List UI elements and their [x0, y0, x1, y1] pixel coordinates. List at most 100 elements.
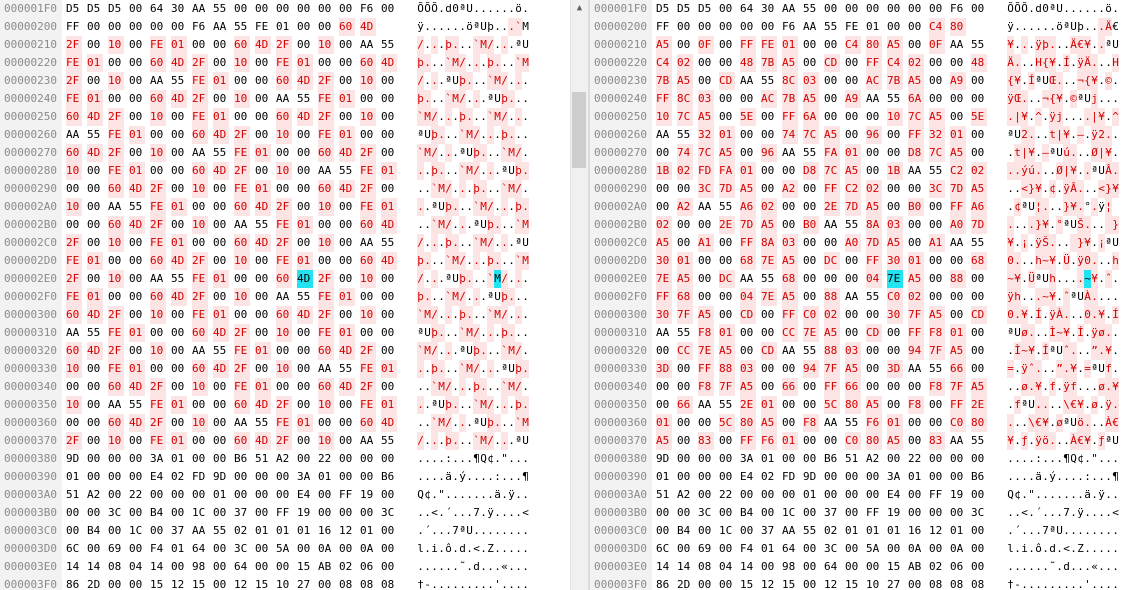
ascii-char[interactable]: U: [466, 144, 473, 162]
hex-byte[interactable]: 00: [677, 540, 693, 558]
ascii-char[interactable]: .: [515, 486, 522, 504]
hex-byte[interactable]: 00: [276, 378, 292, 396]
ascii-char[interactable]: ¥: [1035, 378, 1042, 396]
ascii-char[interactable]: .: [1105, 522, 1112, 540]
hex-byte[interactable]: 00: [782, 198, 798, 216]
ascii-char[interactable]: .: [494, 198, 501, 216]
hex-byte[interactable]: 4D: [339, 180, 355, 198]
hex-byte[interactable]: 00: [803, 576, 819, 590]
hex-byte[interactable]: 00: [929, 504, 945, 522]
ascii-char[interactable]: ¥: [1035, 180, 1042, 198]
hex-byte[interactable]: A5: [845, 360, 861, 378]
hex-byte[interactable]: 00: [803, 54, 819, 72]
hex-byte[interactable]: 00: [929, 414, 945, 432]
hex-byte[interactable]: AC: [761, 90, 777, 108]
ascii-char[interactable]: .: [501, 432, 508, 450]
ascii-char[interactable]: ´: [445, 504, 452, 522]
ascii-char[interactable]: .: [522, 306, 529, 324]
ascii-char[interactable]: .: [1021, 468, 1028, 486]
hex-byte[interactable]: 32: [698, 126, 714, 144]
ascii-char[interactable]: .: [1070, 270, 1077, 288]
hex-byte[interactable]: 00: [908, 576, 924, 590]
ascii-char[interactable]: .: [438, 558, 445, 576]
hex-byte[interactable]: 01: [255, 144, 271, 162]
hex-byte[interactable]: 00: [171, 414, 187, 432]
ascii-char[interactable]: ¥: [1028, 342, 1035, 360]
ascii-char[interactable]: ÿ: [1049, 306, 1056, 324]
ascii-char[interactable]: Ä: [1070, 36, 1077, 54]
hex-byte[interactable]: 01: [782, 432, 798, 450]
hex-byte[interactable]: 00: [761, 306, 777, 324]
hex-byte[interactable]: C2: [845, 180, 861, 198]
ascii-char[interactable]: .: [1084, 144, 1091, 162]
ascii-char[interactable]: 2: [1098, 126, 1105, 144]
ascii-char[interactable]: .: [1098, 216, 1105, 234]
ascii-char[interactable]: þ: [445, 432, 452, 450]
ascii-char[interactable]: .: [459, 378, 466, 396]
ascii-char[interactable]: .: [1112, 450, 1119, 468]
ascii-char[interactable]: ö: [1056, 18, 1063, 36]
ascii-char[interactable]: .: [1105, 306, 1112, 324]
hex-byte[interactable]: FF: [908, 324, 924, 342]
hex-byte[interactable]: 00: [782, 216, 798, 234]
hex-byte[interactable]: 7B: [887, 72, 903, 90]
ascii-char[interactable]: .: [1084, 0, 1091, 18]
ascii-char[interactable]: .: [1021, 486, 1028, 504]
ascii-char[interactable]: .: [1056, 486, 1063, 504]
hex-byte[interactable]: 19: [360, 486, 376, 504]
ascii-char[interactable]: .: [424, 504, 431, 522]
ascii-char[interactable]: .: [515, 468, 522, 486]
hex-byte[interactable]: FF: [656, 288, 672, 306]
ascii-char[interactable]: ÿ: [1105, 396, 1112, 414]
ascii-char[interactable]: .: [1091, 234, 1098, 252]
hex-byte[interactable]: 12: [339, 522, 355, 540]
hex-byte[interactable]: 00: [213, 216, 229, 234]
hex-byte[interactable]: 00: [971, 126, 987, 144]
hex-byte[interactable]: 30: [887, 306, 903, 324]
hex-byte[interactable]: 00: [318, 18, 334, 36]
ascii-char[interactable]: þ: [459, 108, 466, 126]
hex-byte[interactable]: 00: [192, 234, 208, 252]
ascii-char[interactable]: .: [466, 306, 473, 324]
scroll-up-arrow-icon[interactable]: ▲: [571, 0, 588, 17]
ascii-char[interactable]: .: [480, 72, 487, 90]
ascii-char[interactable]: .: [515, 558, 522, 576]
hex-byte[interactable]: 68: [971, 252, 987, 270]
ascii-char[interactable]: ÿ: [1035, 234, 1042, 252]
ascii-char[interactable]: \: [1028, 414, 1035, 432]
hex-byte[interactable]: 00: [255, 162, 271, 180]
ascii-char[interactable]: .: [431, 576, 438, 590]
ascii-char[interactable]: ª: [431, 198, 438, 216]
hex-byte[interactable]: 55: [213, 144, 229, 162]
ascii-char[interactable]: .: [424, 378, 431, 396]
ascii-char[interactable]: ': [1084, 576, 1091, 590]
hex-byte[interactable]: A2: [677, 198, 693, 216]
hex-byte[interactable]: 7C: [929, 144, 945, 162]
hex-byte[interactable]: 00: [255, 306, 271, 324]
ascii-char[interactable]: þ: [487, 18, 494, 36]
hex-byte[interactable]: AA: [698, 396, 714, 414]
ascii-char[interactable]: ª: [1105, 432, 1112, 450]
hex-byte[interactable]: 00: [255, 0, 271, 18]
hex-byte[interactable]: 10: [866, 576, 882, 590]
scrollbar-thumb[interactable]: [572, 92, 586, 168]
hex-byte[interactable]: 30: [656, 306, 672, 324]
hex-byte[interactable]: 4D: [255, 198, 271, 216]
ascii-char[interactable]: .: [452, 342, 459, 360]
hex-byte[interactable]: 7B: [761, 54, 777, 72]
hex-byte[interactable]: 60: [234, 396, 250, 414]
ascii-char[interactable]: Í: [1063, 54, 1070, 72]
hex-byte[interactable]: A5: [845, 162, 861, 180]
hex-byte[interactable]: 00: [255, 54, 271, 72]
hex-byte[interactable]: 4D: [87, 108, 103, 126]
ascii-char[interactable]: /: [431, 306, 438, 324]
ascii-char[interactable]: .: [1007, 378, 1014, 396]
ascii-char[interactable]: .: [1084, 180, 1091, 198]
ascii-char[interactable]: /: [417, 72, 424, 90]
hex-byte[interactable]: FE: [150, 198, 166, 216]
ascii-char[interactable]: M: [508, 378, 515, 396]
hex-byte[interactable]: 00: [803, 558, 819, 576]
hex-byte[interactable]: 10: [108, 36, 124, 54]
ascii-char[interactable]: .: [1070, 0, 1077, 18]
ascii-char[interactable]: þ: [459, 270, 466, 288]
